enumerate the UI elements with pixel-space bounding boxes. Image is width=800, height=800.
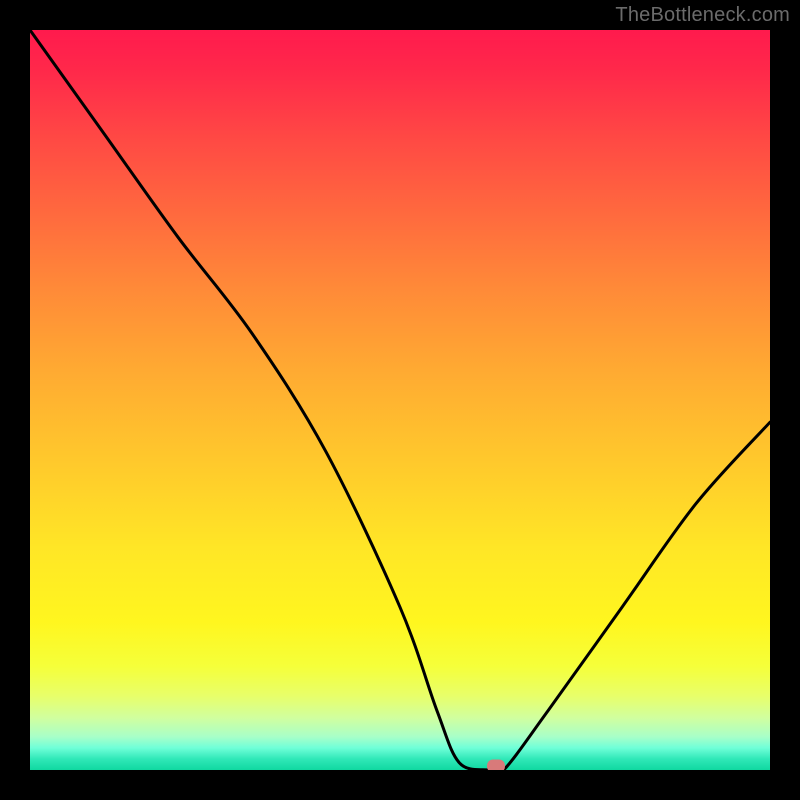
plot-area [30, 30, 770, 770]
bottleneck-curve [30, 30, 770, 770]
watermark-text: TheBottleneck.com [615, 4, 790, 27]
optimal-marker-icon [487, 760, 505, 770]
